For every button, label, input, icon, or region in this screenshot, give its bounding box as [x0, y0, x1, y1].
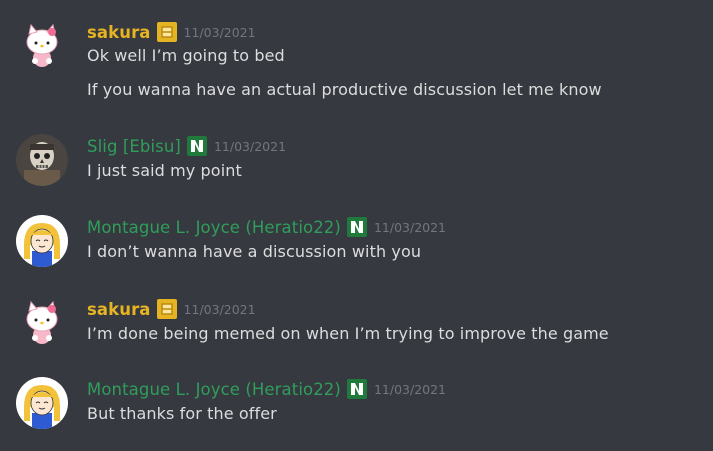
hello-kitty-avatar-icon[interactable] — [16, 20, 68, 72]
chat-message-list: sakura 11/03/2021 Ok well I’m going to b… — [0, 0, 713, 451]
timestamp[interactable]: 11/03/2021 — [374, 382, 446, 397]
gold-square-role-icon — [156, 299, 177, 319]
message-text: I’m done being memed on when I’m trying … — [87, 324, 609, 343]
green-n-role-icon — [346, 379, 367, 399]
blonde-girl-avatar-icon[interactable] — [16, 377, 68, 429]
gold-square-role-icon — [156, 22, 177, 42]
message-header: Montague L. Joyce (Heratio22) 11/03/2021 — [87, 377, 446, 401]
hello-kitty-avatar-icon[interactable] — [16, 297, 68, 349]
message-header: sakura 11/03/2021 — [87, 20, 256, 44]
username[interactable]: sakura — [87, 300, 151, 319]
message-header: sakura 11/03/2021 — [87, 297, 256, 321]
username[interactable]: Slig [Ebisu] — [87, 137, 181, 156]
message-text: I don’t wanna have a discussion with you — [87, 242, 422, 261]
timestamp[interactable]: 11/03/2021 — [184, 25, 256, 40]
message-text: But thanks for the offer — [87, 404, 277, 423]
message-text: I just said my point — [87, 161, 242, 180]
message-text: If you wanna have an actual productive d… — [87, 80, 602, 99]
username[interactable]: Montague L. Joyce (Heratio22) — [87, 218, 341, 237]
timestamp[interactable]: 11/03/2021 — [214, 139, 286, 154]
message-text: Ok well I’m going to bed — [87, 46, 285, 65]
username[interactable]: Montague L. Joyce (Heratio22) — [87, 380, 341, 399]
green-n-role-icon — [346, 217, 367, 237]
timestamp[interactable]: 11/03/2021 — [184, 302, 256, 317]
blonde-girl-avatar-icon[interactable] — [16, 215, 68, 267]
green-n-role-icon — [186, 136, 207, 156]
timestamp[interactable]: 11/03/2021 — [374, 220, 446, 235]
message-header: Montague L. Joyce (Heratio22) 11/03/2021 — [87, 215, 446, 239]
skull-mask-avatar-icon[interactable] — [16, 134, 68, 186]
username[interactable]: sakura — [87, 23, 151, 42]
message-header: Slig [Ebisu] 11/03/2021 — [87, 134, 286, 158]
